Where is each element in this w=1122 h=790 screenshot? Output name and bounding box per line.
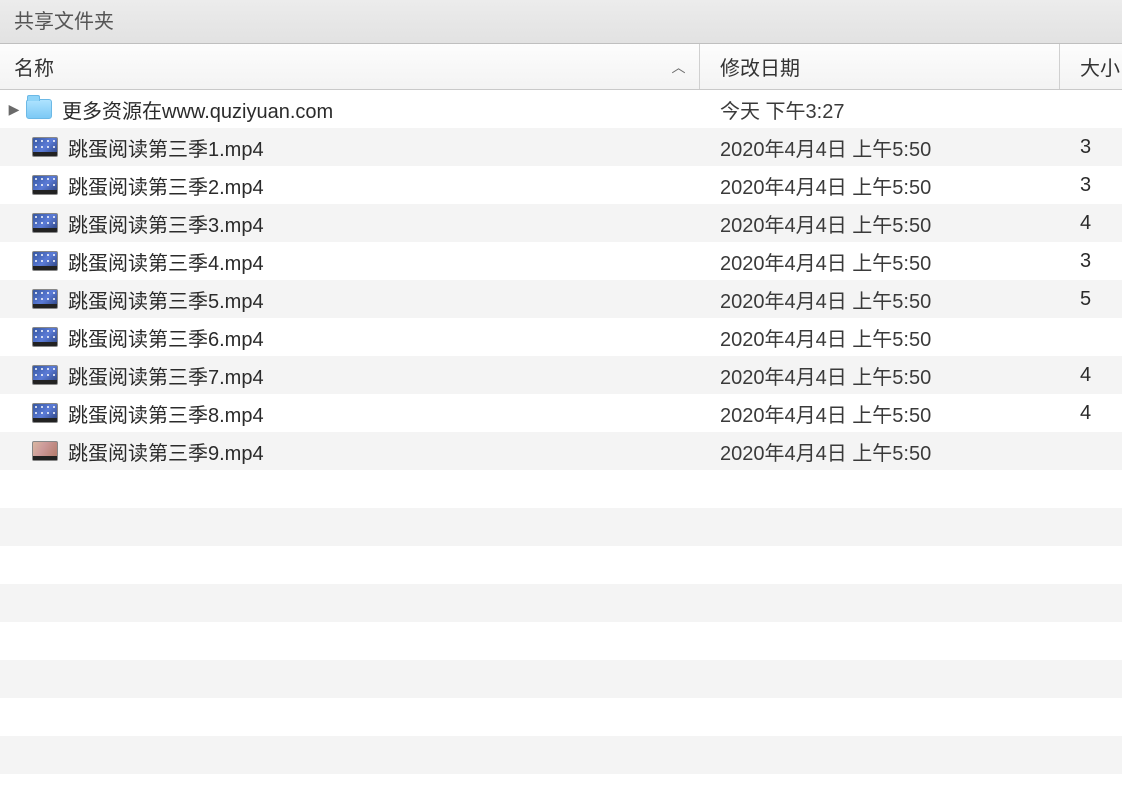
disclosure-triangle-icon[interactable]: ▶: [6, 101, 22, 118]
column-header-size-label: 大小: [1080, 52, 1120, 81]
video-file-icon: [32, 327, 58, 347]
video-file-icon: [32, 251, 58, 271]
column-header-date[interactable]: 修改日期: [700, 44, 1060, 89]
file-name: 跳蛋阅读第三季8.mp4: [68, 399, 264, 428]
sort-ascending-icon: 〈: [668, 60, 688, 74]
file-name: 跳蛋阅读第三季3.mp4: [68, 209, 264, 238]
file-name: 跳蛋阅读第三季6.mp4: [68, 323, 264, 352]
cell-date: 2020年4月4日 上午5:50: [700, 361, 1060, 390]
cell-date: 2020年4月4日 上午5:50: [700, 437, 1060, 466]
file-name: 更多资源在www.quziyuan.com: [62, 95, 333, 124]
file-name: 跳蛋阅读第三季4.mp4: [68, 247, 264, 276]
cell-name: 跳蛋阅读第三季2.mp4: [0, 171, 700, 200]
cell-name: 跳蛋阅读第三季9.mp4: [0, 437, 700, 466]
cell-date: 2020年4月4日 上午5:50: [700, 285, 1060, 314]
video-file-icon: [32, 289, 58, 309]
cell-date: 2020年4月4日 上午5:50: [700, 323, 1060, 352]
cell-size: 5: [1060, 288, 1122, 311]
file-name: 跳蛋阅读第三季9.mp4: [68, 437, 264, 466]
cell-name: ▶ 更多资源在www.quziyuan.com: [0, 95, 700, 124]
table-row: [0, 736, 1122, 774]
file-name: 跳蛋阅读第三季5.mp4: [68, 285, 264, 314]
table-row: [0, 660, 1122, 698]
table-row[interactable]: 跳蛋阅读第三季4.mp4 2020年4月4日 上午5:503: [0, 242, 1122, 280]
cell-name: 跳蛋阅读第三季1.mp4: [0, 133, 700, 162]
cell-size: 3: [1060, 174, 1122, 197]
video-file-icon: [32, 175, 58, 195]
file-name: 跳蛋阅读第三季2.mp4: [68, 171, 264, 200]
folder-icon: [26, 99, 52, 119]
table-row[interactable]: ▶ 更多资源在www.quziyuan.com 今天 下午3:27: [0, 90, 1122, 128]
video-file-icon: [32, 365, 58, 385]
video-file-icon: [32, 441, 58, 461]
cell-date: 2020年4月4日 上午5:50: [700, 133, 1060, 162]
table-row[interactable]: 跳蛋阅读第三季5.mp4 2020年4月4日 上午5:505: [0, 280, 1122, 318]
table-row[interactable]: 跳蛋阅读第三季6.mp4 2020年4月4日 上午5:50: [0, 318, 1122, 356]
cell-size: 4: [1060, 212, 1122, 235]
table-row: [0, 546, 1122, 584]
table-row[interactable]: 跳蛋阅读第三季7.mp4 2020年4月4日 上午5:504: [0, 356, 1122, 394]
file-name: 跳蛋阅读第三季7.mp4: [68, 361, 264, 390]
cell-name: 跳蛋阅读第三季3.mp4: [0, 209, 700, 238]
column-headers: 名称 〈 修改日期 大小: [0, 44, 1122, 90]
cell-size: 4: [1060, 402, 1122, 425]
file-name: 跳蛋阅读第三季1.mp4: [68, 133, 264, 162]
cell-name: 跳蛋阅读第三季7.mp4: [0, 361, 700, 390]
table-row: [0, 508, 1122, 546]
cell-date: 2020年4月4日 上午5:50: [700, 399, 1060, 428]
file-list: ▶ 更多资源在www.quziyuan.com 今天 下午3:27 跳蛋阅读第三季1.…: [0, 90, 1122, 790]
column-header-name[interactable]: 名称 〈: [0, 44, 700, 89]
finder-window: 共享文件夹 名称 〈 修改日期 大小 ▶ 更多资源在www.quziyuan.co…: [0, 0, 1122, 790]
window-title: 共享文件夹: [0, 0, 1122, 44]
cell-date: 2020年4月4日 上午5:50: [700, 171, 1060, 200]
cell-date: 2020年4月4日 上午5:50: [700, 209, 1060, 238]
column-header-date-label: 修改日期: [720, 52, 800, 81]
cell-size: 3: [1060, 136, 1122, 159]
video-file-icon: [32, 213, 58, 233]
table-row[interactable]: 跳蛋阅读第三季9.mp4 2020年4月4日 上午5:50: [0, 432, 1122, 470]
cell-date: 今天 下午3:27: [700, 95, 1060, 124]
cell-name: 跳蛋阅读第三季8.mp4: [0, 399, 700, 428]
cell-name: 跳蛋阅读第三季4.mp4: [0, 247, 700, 276]
cell-name: 跳蛋阅读第三季6.mp4: [0, 323, 700, 352]
table-row: [0, 584, 1122, 622]
cell-date: 2020年4月4日 上午5:50: [700, 247, 1060, 276]
table-row[interactable]: 跳蛋阅读第三季3.mp4 2020年4月4日 上午5:504: [0, 204, 1122, 242]
table-row[interactable]: 跳蛋阅读第三季1.mp4 2020年4月4日 上午5:503: [0, 128, 1122, 166]
table-row: [0, 622, 1122, 660]
table-row: [0, 698, 1122, 736]
cell-size: 4: [1060, 364, 1122, 387]
table-row[interactable]: 跳蛋阅读第三季2.mp4 2020年4月4日 上午5:503: [0, 166, 1122, 204]
table-row: [0, 470, 1122, 508]
column-header-size[interactable]: 大小: [1060, 44, 1122, 89]
table-row[interactable]: 跳蛋阅读第三季8.mp4 2020年4月4日 上午5:504: [0, 394, 1122, 432]
video-file-icon: [32, 137, 58, 157]
video-file-icon: [32, 403, 58, 423]
column-header-name-label: 名称: [14, 52, 54, 81]
cell-size: 3: [1060, 250, 1122, 273]
cell-name: 跳蛋阅读第三季5.mp4: [0, 285, 700, 314]
